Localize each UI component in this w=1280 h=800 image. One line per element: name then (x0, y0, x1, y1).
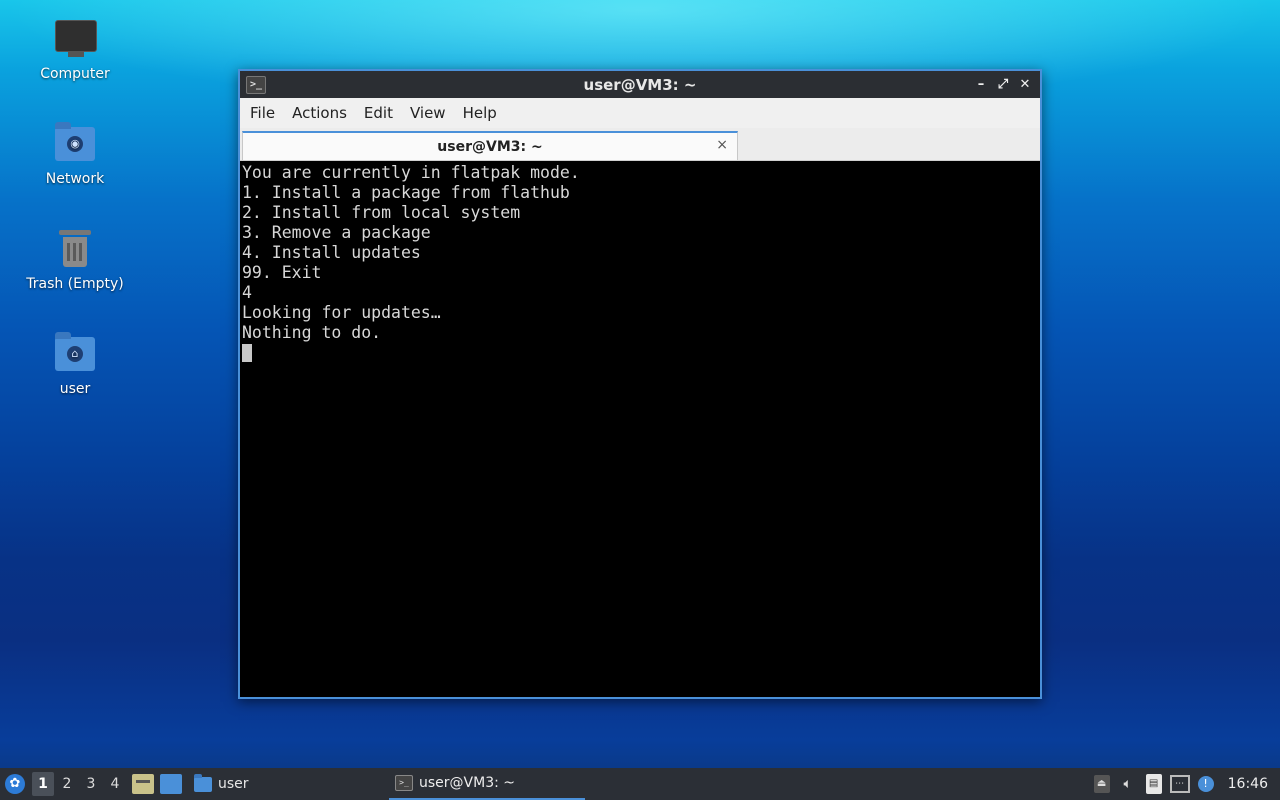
desktop-icon-label: Network (45, 171, 105, 187)
desktop-icon-computer[interactable]: Computer (20, 16, 130, 82)
menu-actions[interactable]: Actions (284, 100, 355, 126)
menu-file[interactable]: File (242, 100, 283, 126)
app-menu-logo-icon: ✿ (5, 774, 25, 794)
desktop-icon-label: user (59, 381, 91, 397)
terminal-window[interactable]: >_ user@VM3: ~ – ⤢ ✕ File Actions Edit V… (238, 69, 1042, 699)
desktop-icon-label: Computer (40, 66, 110, 82)
file-manager-launcher-icon[interactable] (132, 774, 154, 794)
workspace-1[interactable]: 1 (32, 772, 54, 796)
start-menu-button[interactable]: ✿ (0, 768, 30, 800)
taskbar-folder-label[interactable]: user (218, 776, 249, 792)
text-cursor (242, 344, 252, 362)
desktop-icon-user-home[interactable]: ⌂ user (20, 331, 130, 397)
window-title: user@VM3: ~ (583, 75, 697, 94)
terminal-line: You are currently in flatpak mode. (242, 163, 580, 182)
tab-close-icon[interactable]: × (716, 137, 728, 153)
maximize-button[interactable]: ⤢ (996, 77, 1010, 92)
update-notifier-icon[interactable]: ! (1197, 776, 1214, 792)
close-button[interactable]: ✕ (1018, 77, 1032, 92)
home-folder-icon: ⌂ (53, 331, 97, 375)
clock[interactable]: 16:46 (1228, 776, 1268, 792)
terminal-line: 3. Remove a package (242, 223, 431, 242)
taskbar-task-terminal[interactable]: >_ user@VM3: ~ (389, 768, 585, 800)
terminal-prompt-line (242, 343, 1038, 363)
menu-bar: File Actions Edit View Help (240, 98, 1040, 128)
taskbar-task-label: user@VM3: ~ (419, 775, 515, 791)
terminal-line: Nothing to do. (242, 323, 382, 342)
menu-help[interactable]: Help (455, 100, 505, 126)
tab-bar: user@VM3: ~ × (240, 128, 1040, 161)
network-folder-icon: ◉ (53, 121, 97, 165)
terminal-line: 1. Install a package from flathub (242, 183, 570, 202)
terminal-line: 99. Exit (242, 263, 322, 282)
workspace-3[interactable]: 3 (80, 772, 102, 796)
workspace-2[interactable]: 2 (56, 772, 78, 796)
tab-label: user@VM3: ~ (437, 138, 543, 155)
clipboard-icon[interactable]: ▤ (1145, 774, 1162, 794)
terminal-line: 4 (242, 283, 252, 302)
terminal-line: 2. Install from local system (242, 203, 521, 222)
desktop-icon-network[interactable]: ◉ Network (20, 121, 130, 187)
system-tray: ⏏ 🔈︎ ▤ ⋯ ! 16:46 (1086, 768, 1280, 800)
terminal-icon: >_ (395, 775, 413, 791)
terminal-line: Looking for updates… (242, 303, 441, 322)
desktop-icon-label: Trash (Empty) (26, 276, 124, 292)
show-desktop-icon[interactable] (160, 774, 182, 794)
terminal-app-icon[interactable]: >_ (246, 76, 266, 94)
terminal-output[interactable]: You are currently in flatpak mode. 1. In… (240, 161, 1040, 697)
menu-edit[interactable]: Edit (356, 100, 401, 126)
folder-icon[interactable] (194, 773, 212, 792)
computer-icon (53, 16, 97, 60)
volume-icon[interactable]: 🔈︎ (1118, 774, 1138, 794)
trash-icon (53, 226, 97, 270)
desktop-icon-trash[interactable]: Trash (Empty) (20, 226, 130, 292)
workspace-4[interactable]: 4 (104, 772, 126, 796)
window-titlebar[interactable]: >_ user@VM3: ~ – ⤢ ✕ (240, 71, 1040, 98)
menu-view[interactable]: View (402, 100, 454, 126)
tab-terminal[interactable]: user@VM3: ~ × (242, 131, 738, 160)
network-icon[interactable]: ⋯ (1169, 775, 1190, 793)
taskbar: ✿ 1 2 3 4 user >_ user@VM3: ~ ⏏ 🔈︎ ▤ ⋯ !… (0, 768, 1280, 800)
minimize-button[interactable]: – (974, 77, 988, 92)
terminal-line: 4. Install updates (242, 243, 421, 262)
eject-icon[interactable]: ⏏ (1093, 775, 1110, 793)
